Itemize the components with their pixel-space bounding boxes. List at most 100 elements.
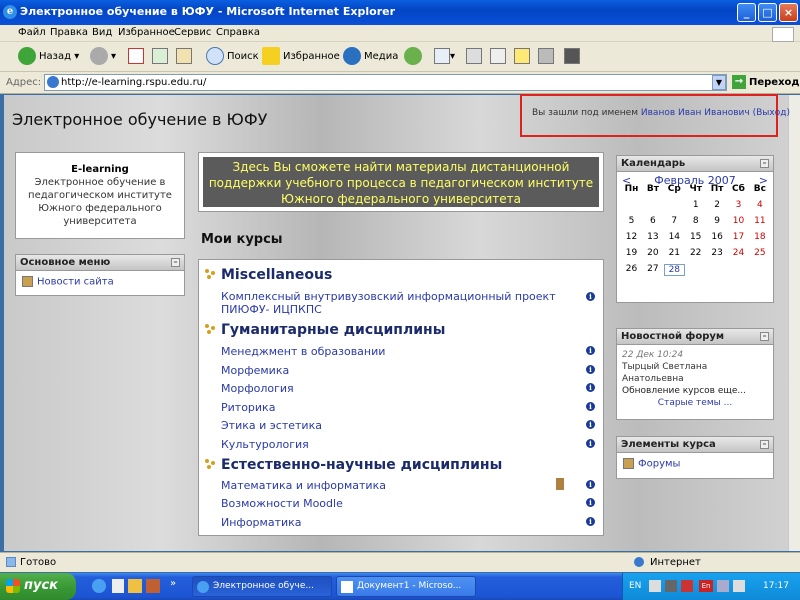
site-news-link[interactable]: Новости сайта [37,277,114,288]
forward-button[interactable]: ▾ [90,47,116,67]
back-button[interactable]: Назад ▾ [18,47,79,67]
collapse-icon[interactable]: – [760,159,769,168]
forums-item[interactable]: Форумы [617,453,773,475]
stop-button[interactable] [128,47,144,67]
collapse-icon[interactable]: – [760,332,769,341]
course-link[interactable]: Морфемика [221,364,289,377]
calendar-day[interactable]: 26 [621,264,642,274]
window-titlebar[interactable]: e Электронное обучение в ЮФУ - Microsoft… [0,0,800,25]
menu-view[interactable]: Вид [92,27,112,38]
edit-button[interactable] [490,47,506,67]
tray-icon[interactable] [717,580,729,592]
calendar-day[interactable]: 27 [642,264,663,274]
calendar-day[interactable]: 15 [685,232,706,242]
info-icon[interactable]: i [586,383,595,392]
desktop-quicklaunch-icon[interactable] [112,579,124,593]
info-icon[interactable]: i [586,346,595,355]
close-button[interactable]: × [779,3,798,22]
calendar-day[interactable]: 17 [728,232,749,242]
calendar-day[interactable]: 18 [749,232,770,242]
tray-icon[interactable] [665,580,677,592]
history-button[interactable] [404,47,425,67]
info-icon[interactable]: i [586,480,595,489]
calendar-day[interactable]: 19 [621,248,642,258]
info-icon[interactable]: i [586,292,595,301]
favorites-button[interactable]: Избранное [262,47,340,67]
calendar-day[interactable]: 28 [663,264,685,276]
menu-favorites[interactable]: Избранное [118,27,175,38]
research-button[interactable] [538,47,554,67]
calendar-day[interactable]: 23 [707,248,728,258]
calendar-day[interactable]: 16 [707,232,728,242]
category-humanities[interactable]: Гуманитарные дисциплины [221,322,445,338]
calendar-day[interactable]: 22 [685,248,706,258]
menu-file[interactable]: Файл [18,27,46,38]
ie-quicklaunch-icon[interactable] [92,579,106,593]
task-word[interactable]: Документ1 - Microso... [336,576,476,597]
calendar-day[interactable]: 20 [642,248,663,258]
info-icon[interactable]: i [586,498,595,507]
info-icon[interactable]: i [586,402,595,411]
tray-icon[interactable] [681,580,693,592]
language-indicator[interactable]: EN [629,581,641,591]
calendar-day[interactable]: 1 [685,200,706,210]
messenger-button[interactable] [564,47,580,67]
calendar-day[interactable]: 2 [707,200,728,210]
course-link[interactable]: Культурология [221,438,309,451]
calendar-day[interactable]: 8 [685,216,706,226]
course-link[interactable]: Комплексный внутривузовский информационн… [221,290,561,316]
post-subject[interactable]: Обновление курсов еще... [622,385,768,397]
forums-link[interactable]: Форумы [638,459,680,470]
category-natural-sciences[interactable]: Естественно-научные дисциплины [221,457,502,473]
info-icon[interactable]: i [586,517,595,526]
calendar-day[interactable]: 3 [728,200,749,210]
help-tray-icon[interactable] [649,580,661,592]
task-browser[interactable]: Электронное обуче... [192,576,332,597]
start-button[interactable]: пуск [0,573,76,600]
go-button[interactable]: → Переход [732,75,800,89]
info-icon[interactable]: i [586,439,595,448]
info-icon[interactable]: i [586,365,595,374]
calendar-day[interactable]: 12 [621,232,642,242]
print-button[interactable] [466,47,482,67]
calendar-day[interactable]: 21 [664,248,685,258]
minimize-button[interactable]: _ [737,3,756,22]
menu-help[interactable]: Справка [216,27,260,38]
calendar-day[interactable]: 10 [728,216,749,226]
collapse-icon[interactable]: – [760,440,769,449]
course-link[interactable]: Морфология [221,382,294,395]
calendar-day[interactable]: 9 [707,216,728,226]
notes-button[interactable] [514,47,530,67]
calendar-day[interactable]: 4 [749,200,770,210]
calendar-day[interactable]: 14 [664,232,685,242]
course-link[interactable]: Информатика [221,516,302,529]
calendar-day[interactable]: 6 [642,216,663,226]
address-dropdown-button[interactable]: ▼ [712,75,726,90]
home-button[interactable] [176,47,192,67]
calendar-day[interactable]: 5 [621,216,642,226]
mail-button[interactable]: ▾ [434,47,455,67]
maximize-button[interactable]: □ [758,3,777,22]
user-name-link[interactable]: Иванов Иван Иванович [641,108,750,118]
info-icon[interactable]: i [586,420,595,429]
calendar-day[interactable]: 25 [749,248,770,258]
menu-edit[interactable]: Правка [50,27,88,38]
calendar-day[interactable]: 13 [642,232,663,242]
refresh-button[interactable] [152,47,168,67]
app-quicklaunch-icon[interactable] [146,579,160,593]
course-link[interactable]: Менеджмент в образовании [221,345,385,358]
search-button[interactable]: Поиск [206,47,259,67]
course-link[interactable]: Риторика [221,401,275,414]
calendar-day[interactable]: 11 [749,216,770,226]
clock[interactable]: 17:17 [763,581,789,591]
address-input[interactable]: http://e-learning.rspu.edu.ru/ [44,74,727,91]
older-topics-link[interactable]: Старые темы ... [622,397,768,409]
course-link[interactable]: Возможности Moodle [221,497,343,510]
site-news-item[interactable]: Новости сайта [16,271,184,293]
menu-tools[interactable]: Сервис [174,27,211,38]
keyboard-layout-icon[interactable]: En [699,580,713,592]
logout-link[interactable]: (Выход) [753,108,790,118]
calendar-day[interactable]: 24 [728,248,749,258]
quicklaunch-more-icon[interactable]: » [170,578,176,589]
collapse-icon[interactable]: – [171,258,180,267]
